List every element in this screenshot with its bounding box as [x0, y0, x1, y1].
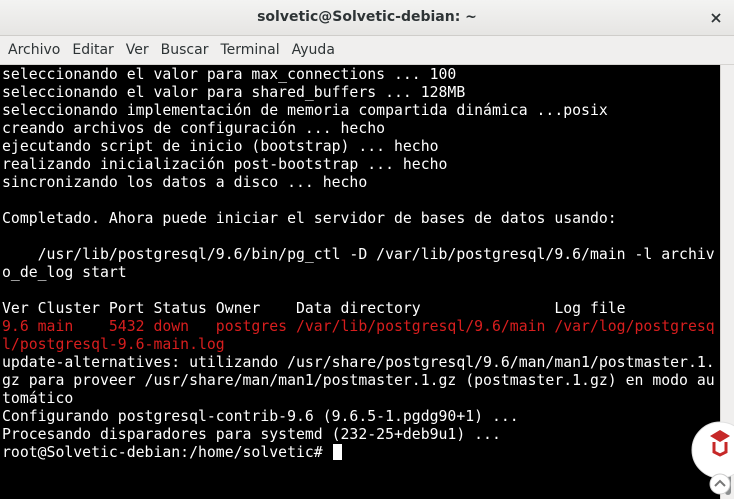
- terminal-line-highlighted: l/postgresql-9.6-main.log: [2, 336, 225, 353]
- menu-buscar[interactable]: Buscar: [155, 42, 215, 58]
- terminal-line: seleccionando el valor para max_connecti…: [2, 66, 457, 83]
- terminal-prompt: root@Solvetic-debian:/home/solvetic#: [2, 444, 332, 461]
- terminal-line: Ver Cluster Port Status Owner Data direc…: [2, 300, 626, 317]
- terminal-line: Procesando disparadores para systemd (23…: [2, 426, 501, 443]
- menu-terminal[interactable]: Terminal: [214, 42, 285, 58]
- menu-ayuda[interactable]: Ayuda: [286, 42, 341, 58]
- terminal-line: seleccionando el valor para shared_buffe…: [2, 84, 466, 101]
- terminal-line: update-alternatives: utilizando /usr/sha…: [2, 354, 715, 371]
- menu-bar: Archivo Editar Ver Buscar Terminal Ayuda: [0, 36, 734, 65]
- terminal-line: seleccionando implementación de memoria …: [2, 102, 608, 119]
- terminal-line: o_de_log start: [2, 264, 127, 281]
- terminal-line: tomático: [2, 390, 74, 407]
- menu-editar[interactable]: Editar: [66, 42, 119, 58]
- terminal-line: realizando inicialización post-bootstrap…: [2, 156, 448, 173]
- terminal-output[interactable]: seleccionando el valor para max_connecti…: [0, 65, 720, 499]
- close-icon: [711, 13, 721, 23]
- menu-archivo[interactable]: Archivo: [2, 42, 66, 58]
- terminal-prompt-line[interactable]: root@Solvetic-debian:/home/solvetic#: [2, 444, 342, 462]
- terminal-line: sincronizando los datos a disco ... hech…: [2, 174, 368, 191]
- close-button[interactable]: [708, 10, 724, 26]
- terminal-line: creando archivos de configuración ... he…: [2, 120, 386, 137]
- solvetic-logo-icon: [686, 414, 734, 498]
- terminal-line-highlighted: 9.6 main 5432 down postgres /var/lib/pos…: [2, 318, 715, 335]
- menu-ver[interactable]: Ver: [120, 42, 155, 58]
- window-titlebar: solvetic@Solvetic-debian: ~: [0, 0, 734, 36]
- terminal-line: Configurando postgresql-contrib-9.6 (9.6…: [2, 408, 519, 425]
- window-title: solvetic@Solvetic-debian: ~: [257, 9, 477, 25]
- text-cursor: [332, 444, 342, 460]
- terminal-line: /usr/lib/postgresql/9.6/bin/pg_ctl -D /v…: [2, 246, 715, 263]
- terminal-line: ejecutando script de inicio (bootstrap) …: [2, 138, 439, 155]
- terminal-line: gz para proveer /usr/share/man/man1/post…: [2, 372, 715, 389]
- terminal-line: Completado. Ahora puede iniciar el servi…: [2, 210, 617, 227]
